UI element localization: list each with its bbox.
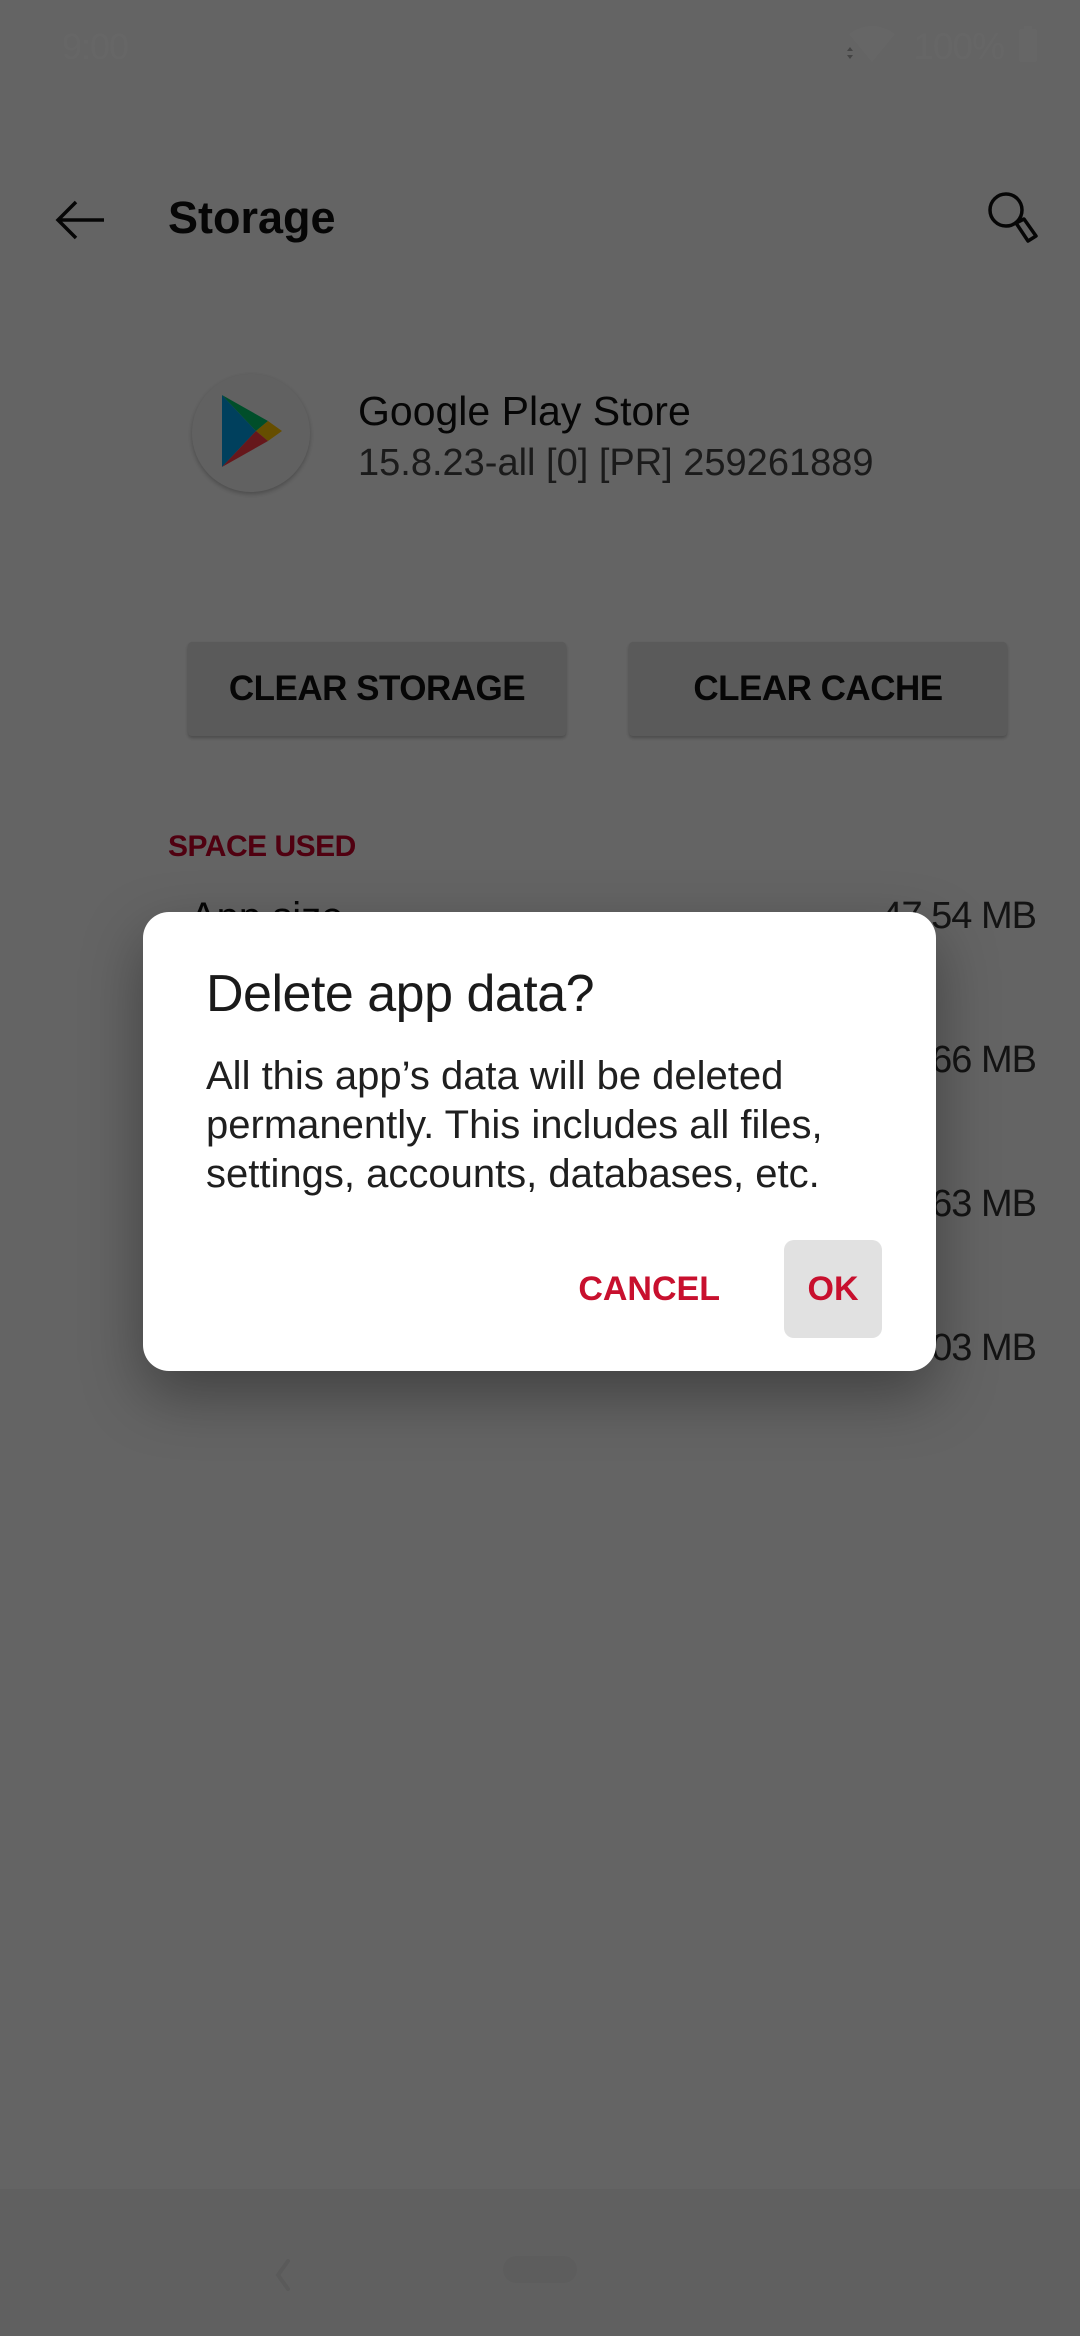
dialog-actions: CANCEL OK [554, 1240, 882, 1338]
cancel-button[interactable]: CANCEL [554, 1240, 744, 1338]
ok-button[interactable]: OK [784, 1240, 882, 1338]
dialog-message: All this app’s data will be deleted perm… [206, 1054, 823, 1196]
delete-app-data-dialog: Delete app data? All this app’s data wil… [143, 912, 936, 1371]
dialog-title: Delete app data? [206, 965, 595, 1023]
